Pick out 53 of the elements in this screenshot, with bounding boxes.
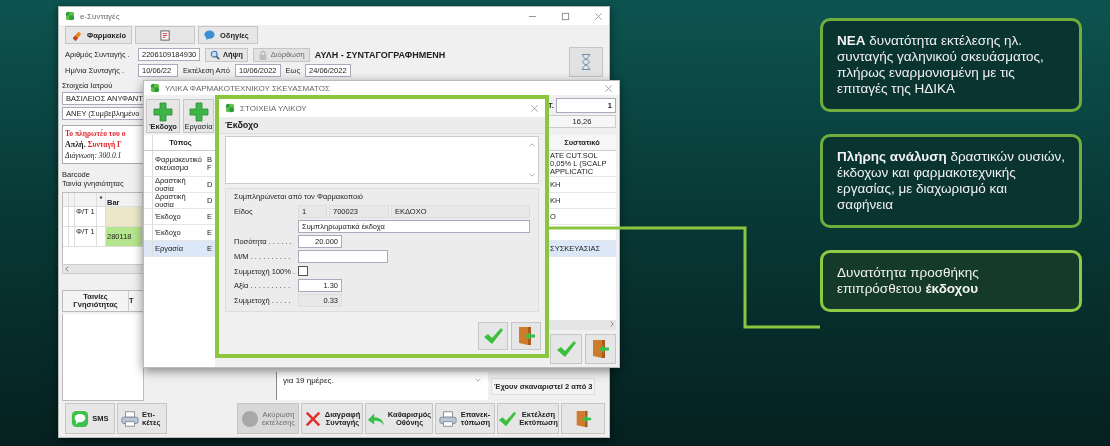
callout-text: ΝΕΑ δυνατότητα εκτέλεσης ηλ. συνταγής γαληνικού σκευάσματος, πλήρως εναρμονισμένη με τις επιταγές της ΗΔΙΚΑ: [837, 33, 1045, 97]
plus-icon: [153, 102, 173, 122]
chat-bubble-icon: [71, 409, 90, 428]
chevron-right-icon: [608, 320, 616, 328]
chevron-up-icon: [528, 141, 536, 149]
check-icon: [498, 409, 517, 428]
clover-icon: [225, 103, 235, 113]
unit-field[interactable]: [298, 250, 388, 263]
search-icon: [210, 49, 220, 60]
printer-icon: [121, 409, 139, 428]
door-exit-icon: [590, 339, 611, 359]
message-text: για 19 ημέρες.: [283, 376, 334, 387]
close-icon: [594, 11, 603, 21]
notes-field[interactable]: [225, 136, 539, 184]
prescription-status: ΑΥΛΗ - ΣΥΝΤΑΓΟΓΡΑΦΗΜΕΝΗ: [314, 49, 446, 60]
clover-icon: [65, 11, 75, 21]
document-icon: [159, 29, 171, 41]
chevron-left-icon: [63, 265, 71, 273]
ok-button[interactable]: [478, 322, 508, 350]
exit-button[interactable]: [561, 403, 605, 434]
clover-icon: [150, 83, 160, 93]
window-title: ΥΛΙΚΑ ΦΑΡΜΑΚΟΤΕΧΝΙΚΟΥ ΣΚΕΥΑΣΜΑΤΟΣ: [165, 83, 330, 93]
maximize-icon: [561, 11, 570, 21]
close-icon: [604, 83, 613, 93]
callout-text: Πλήρης ανάλυση δραστικών ουσιών, έκδοχων και φαρμακοτεχνικής εργασίας, με διαχωρισμό και σαφήνεια: [837, 149, 1065, 213]
x-mark-icon: [303, 409, 322, 428]
exit-button[interactable]: [511, 322, 541, 350]
section-heading: Έκδοχο: [225, 120, 259, 130]
ok-button[interactable]: [550, 334, 582, 364]
scrollbar[interactable]: [62, 264, 144, 274]
door-exit-icon: [516, 326, 536, 346]
lock-icon: [257, 49, 268, 60]
scrollbar[interactable]: [548, 320, 616, 330]
door-exit-icon: [574, 409, 592, 428]
chevron-down-icon: [528, 171, 536, 179]
chevron-down-icon: [474, 376, 482, 384]
toolbar-button[interactable]: [135, 26, 195, 44]
dialog-title: ΣΤΟΙΧΕΙΑ ΥΛΙΚΟΥ: [240, 103, 307, 113]
circle-icon: [241, 409, 259, 428]
exit-button[interactable]: [584, 334, 616, 364]
speech-bubble-icon: [204, 29, 215, 41]
checkbox[interactable]: [298, 266, 308, 276]
hourglass-icon: [581, 53, 591, 71]
callout-text: Δυνατότητα προσθήκης επιπρόσθετου έκδοχου: [837, 265, 980, 297]
printer-icon: [439, 409, 457, 428]
close-icon: [530, 103, 539, 113]
check-icon: [555, 339, 576, 359]
prescription-type-label: Απλή.: [65, 140, 86, 149]
window-title: e-Συνταγές: [80, 11, 120, 21]
pill-icon: [71, 29, 82, 41]
plus-icon: [188, 102, 209, 122]
hourglass-button[interactable]: [569, 47, 603, 77]
check-icon: [483, 326, 503, 346]
